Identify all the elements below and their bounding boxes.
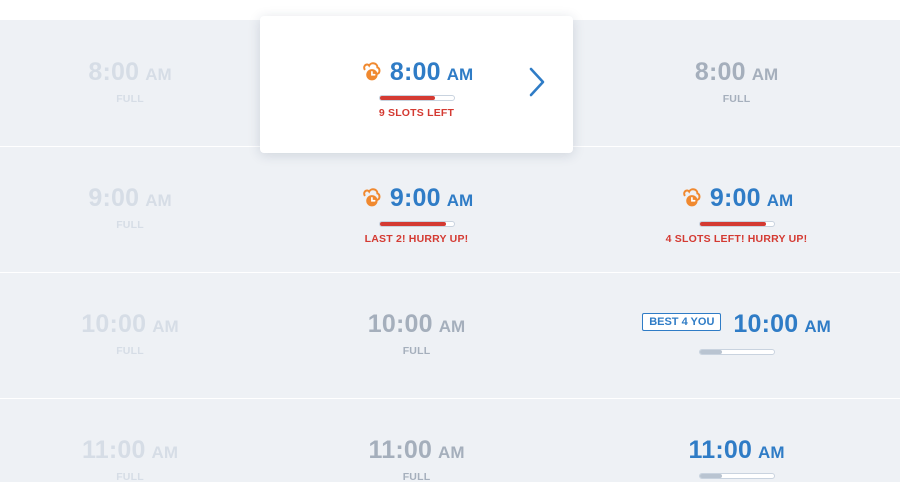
slot-ampm: AM	[145, 65, 172, 84]
slot-time: 10:00	[367, 310, 433, 338]
slot-status: FULL	[116, 345, 144, 357]
slot-ampm: AM	[145, 191, 172, 210]
urgency-clock-icon	[363, 62, 381, 81]
availability-bar	[698, 473, 775, 479]
slot-status: FULL	[116, 471, 144, 483]
slot-time: 11:00	[81, 436, 146, 464]
slot-ampm: AM	[446, 65, 474, 84]
slot-time: 11:00	[688, 436, 753, 464]
slot-status: FULL	[116, 93, 144, 105]
availability-bar	[698, 349, 775, 355]
slot-status: FULL	[722, 93, 751, 105]
slot-ampm: AM	[438, 317, 466, 336]
urgency-clock-icon	[683, 188, 701, 207]
time-slot: 8:00 AM FULL	[0, 58, 260, 105]
time-slot: 11:00 AM FULL	[260, 436, 573, 483]
urgency-clock-icon	[363, 188, 381, 207]
slot-time: 10:00	[733, 310, 799, 338]
slot-ampm: AM	[152, 317, 179, 336]
slot-ampm: AM	[766, 191, 794, 210]
slot-time: 10:00	[81, 310, 147, 338]
time-slot: 11:00 AM FULL	[0, 436, 260, 483]
availability-bar	[378, 95, 455, 101]
slot-time: 9:00	[709, 184, 761, 212]
slot-status: FULL	[116, 219, 144, 231]
time-slot[interactable]: 9:00 AM LAST 2! HURRY UP!	[260, 184, 573, 245]
slot-ampm: AM	[438, 443, 465, 462]
time-slot[interactable]: BEST 4 YOU 10:00 AM	[573, 310, 900, 355]
slot-time: 8:00	[389, 58, 441, 86]
availability-bar	[698, 221, 775, 227]
row-divider	[0, 398, 900, 399]
time-slot: 10:00 AM FULL	[0, 310, 260, 357]
slot-time: 11:00	[368, 436, 433, 464]
time-slot[interactable]: 11:00 AM	[573, 436, 900, 479]
slot-status: FULL	[402, 345, 431, 357]
slot-time: 9:00	[88, 184, 140, 212]
row-divider	[0, 272, 900, 273]
slot-status: FULL	[402, 471, 431, 483]
slot-ampm: AM	[446, 191, 474, 210]
slot-status: 9 SLOTS LEFT	[378, 107, 455, 119]
slot-ampm: AM	[151, 443, 178, 462]
time-slot: 10:00 AM FULL	[260, 310, 573, 357]
time-slot: 9:00 AM FULL	[0, 184, 260, 231]
slot-status: LAST 2! HURRY UP!	[364, 233, 469, 245]
slot-time: 8:00	[88, 58, 140, 86]
best-for-you-badge: BEST 4 YOU	[642, 312, 722, 331]
chevron-right-icon[interactable]	[524, 62, 550, 102]
availability-bar	[378, 221, 455, 227]
slot-time: 9:00	[389, 184, 441, 212]
slot-ampm: AM	[751, 65, 779, 84]
time-slot[interactable]: 9:00 AM 4 SLOTS LEFT! HURRY UP!	[573, 184, 900, 245]
time-slot: 8:00 AM FULL	[573, 58, 900, 105]
slot-ampm: AM	[758, 443, 785, 462]
slot-time: 8:00	[694, 58, 746, 86]
slot-ampm: AM	[804, 317, 831, 336]
slot-status: 4 SLOTS LEFT! HURRY UP!	[665, 233, 808, 245]
